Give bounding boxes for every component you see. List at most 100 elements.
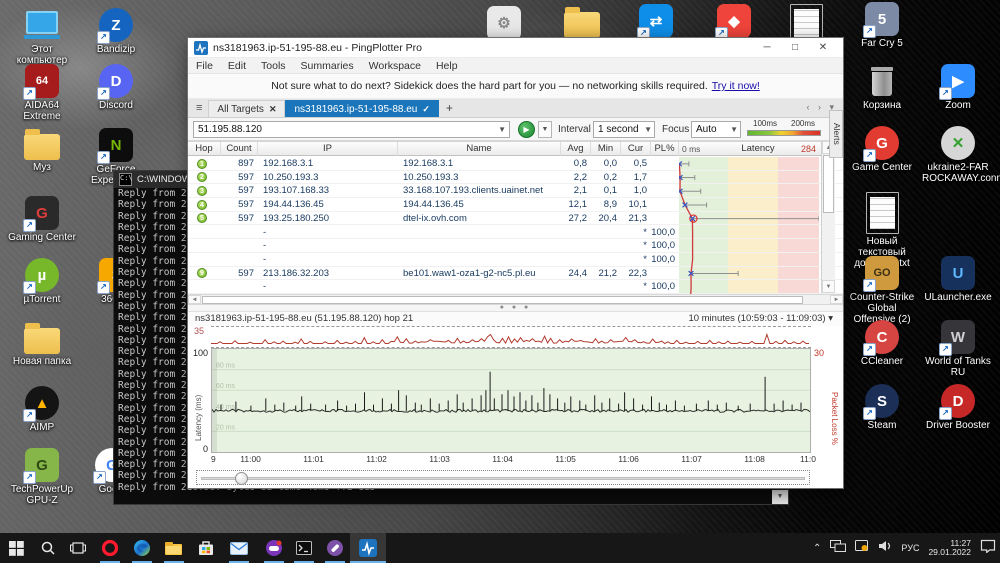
desktop-icon-gaming-center-left[interactable]: G↗Gaming Center [6,196,78,243]
update-badge-icon[interactable] [855,539,869,557]
desktop-icon-documents-folder-top[interactable] [546,6,618,38]
menu-item-tools[interactable]: Tools [261,60,286,72]
panel-splitter[interactable]: ● ● ● [188,305,843,312]
desktop-icon-discord[interactable]: D↗Discord [80,64,152,111]
desktop-icon-this-pc[interactable]: Этот компьютер [6,8,78,66]
target-input[interactable]: 51.195.88.120 ▼ [193,121,510,138]
graph-range-selector[interactable]: 10 minutes (10:59:03 - 11:09:03) ▾ [688,312,833,326]
table-row[interactable]: 3597193.107.168.3333.168.107.193.clients… [188,184,843,198]
language-indicator[interactable]: РУС [901,543,919,553]
taskbar-pingplotter-icon[interactable] [350,533,386,563]
menu-item-workspace[interactable]: Workspace [369,60,421,72]
desktop-icon-recycle-bin[interactable]: Корзина [846,64,918,111]
desktop-icon-settings-gears[interactable]: ⚙ [468,6,540,40]
cmd-scroll-down-icon[interactable]: ▼ [772,490,788,504]
taskbar-opera-icon[interactable] [95,533,125,563]
network-icon[interactable] [830,539,846,557]
cell-cur: 0,5 [621,157,647,171]
desktop-icon-zoom[interactable]: ▶↗Zoom [922,64,994,111]
column-header-name[interactable]: Name [398,142,561,156]
slider-thumb[interactable] [235,472,248,485]
focus-dropdown-icon[interactable]: ▼ [730,122,738,138]
desktop-icon-far-cry-5[interactable]: 5↗Far Cry 5 [846,2,918,49]
menu-item-help[interactable]: Help [436,60,458,72]
interval-select[interactable]: 1 second ▼ [593,121,655,138]
close-button[interactable]: ✕ [809,39,837,57]
clock[interactable]: 11:27 29.01.2022 [928,539,971,558]
column-header-avg[interactable]: Avg [561,142,591,156]
desktop-icon-ccleaner[interactable]: C↗CCleaner [846,320,918,367]
target-dropdown-icon[interactable]: ▼ [498,122,506,138]
table-row[interactable]: 259710.250.193.310.250.193.32,20,21,7 [188,171,843,185]
scroll-down-icon[interactable]: ▼ [822,280,835,293]
column-header-cur[interactable]: Cur [621,142,651,156]
desktop-icon-world-of-tanks[interactable]: W↗World of Tanks RU [922,320,994,378]
table-row[interactable]: 5597193.25.180.250dtel-ix.ovh.com27,220,… [188,212,843,226]
start-trace-button[interactable]: ▶ [518,121,535,138]
table-row[interactable]: -*100,0 [188,280,843,294]
pingplotter-titlebar[interactable]: ns3181963.ip-51-195-88.eu - PingPlotter … [188,38,843,58]
menu-item-edit[interactable]: Edit [228,60,246,72]
taskbar-search-icon[interactable] [33,533,63,563]
desktop-icon-utorrent[interactable]: µ↗µTorrent [6,258,78,305]
try-it-now-link[interactable]: Try it now! [712,80,760,92]
column-header-ip[interactable]: IP [258,142,398,156]
desktop-icon-ukraine-connect[interactable]: ✕ukraine2-FARROCKAWAY.connect [922,126,994,184]
tab-all-targets[interactable]: All Targets ✕ [208,100,285,117]
volume-icon[interactable] [878,539,892,557]
desktop-icon-teamviewer[interactable]: ⇄↗ [620,4,692,38]
timeline-slider[interactable] [196,470,810,485]
table-row[interactable]: -*100,0 [188,226,843,240]
table-row[interactable]: -*100,0 [188,239,843,253]
taskbar-store-icon[interactable] [191,533,221,563]
desktop-icon-ulauncher[interactable]: UULauncher.exe [922,256,994,303]
desktop-icon-novaya-papka[interactable]: Новая папка [6,322,78,367]
desktop-icon-game-center-right[interactable]: G↗Game Center [846,126,918,173]
table-row[interactable]: 1897192.168.3.1192.168.3.10,80,00,5 [188,157,843,171]
column-header-min[interactable]: Min [591,142,621,156]
tab-active-target[interactable]: ns3181963.ip-51-195-88.eu ✓ [285,100,438,117]
menu-item-summaries[interactable]: Summaries [301,60,354,72]
taskbar-file-explorer-icon[interactable] [159,533,189,563]
desktop-icon-aida64-extreme[interactable]: 64↗AIDA64 Extreme [6,64,78,122]
table-vertical-scrollbar[interactable]: ▲ ▼ [821,141,835,293]
tab-close-icon[interactable]: ✕ [269,104,277,115]
taskbar-mail-icon[interactable] [224,533,254,563]
scroll-right-icon[interactable]: ► [830,295,843,304]
focus-select[interactable]: Auto ▼ [691,121,741,138]
desktop-icon-bandizip[interactable]: Z↗Bandizip [80,8,152,55]
hamburger-icon[interactable]: ≡ [188,102,208,117]
desktop-icon-driver-booster[interactable]: D↗Driver Booster [922,384,994,431]
table-row[interactable]: 9597213.186.32.203be101.waw1-oza1-g2-nc5… [188,267,843,281]
column-header-hop[interactable]: Hop [188,142,221,156]
hscroll-thumb[interactable] [202,296,803,304]
interval-dropdown-icon[interactable]: ▼ [644,122,652,138]
taskbar-cmd-icon[interactable] [289,533,319,563]
desktop-icon-gpu-z[interactable]: G↗TechPowerUp GPU-Z [6,448,78,506]
tray-expand-icon[interactable]: ⌃ [813,543,821,554]
table-row[interactable]: 4597194.44.136.45194.44.136.4512,18,910,… [188,198,843,212]
slider-track[interactable] [201,477,805,480]
desktop-icon-csgo[interactable]: GO↗Counter-Strike GlobalOffensive (2) [846,256,918,325]
menu-item-file[interactable]: File [196,60,213,72]
notifications-icon[interactable] [980,539,996,558]
desktop-icon-steam[interactable]: S↗Steam [846,384,918,431]
table-row[interactable]: -*100,0 [188,253,843,267]
minimize-button[interactable]: ─ [753,39,781,57]
trace-options-dropdown[interactable]: ▼ [538,121,552,138]
alerts-side-tab[interactable]: Alerts [829,110,843,158]
scroll-left-icon[interactable]: ◄ [188,295,201,304]
taskbar-task-view-icon[interactable] [63,533,93,563]
taskbar-edge-icon[interactable] [127,533,157,563]
latency-timeline-chart[interactable]: 80 ms60 ms40 ms20 ms [211,348,811,453]
desktop-icon-music-folder[interactable]: Муз [6,128,78,173]
vscroll-thumb[interactable] [823,155,834,213]
new-tab-button[interactable]: + [439,101,460,117]
taskbar-game-bar-icon[interactable] [259,533,289,563]
taskbar-viber-icon[interactable] [320,533,350,563]
maximize-button[interactable]: □ [781,39,809,57]
column-header-pl[interactable]: PL% [651,142,679,156]
column-header-count[interactable]: Count [221,142,258,156]
taskbar-start-button[interactable] [1,533,31,563]
desktop-icon-aimp[interactable]: ▲↗AIMP [6,386,78,433]
